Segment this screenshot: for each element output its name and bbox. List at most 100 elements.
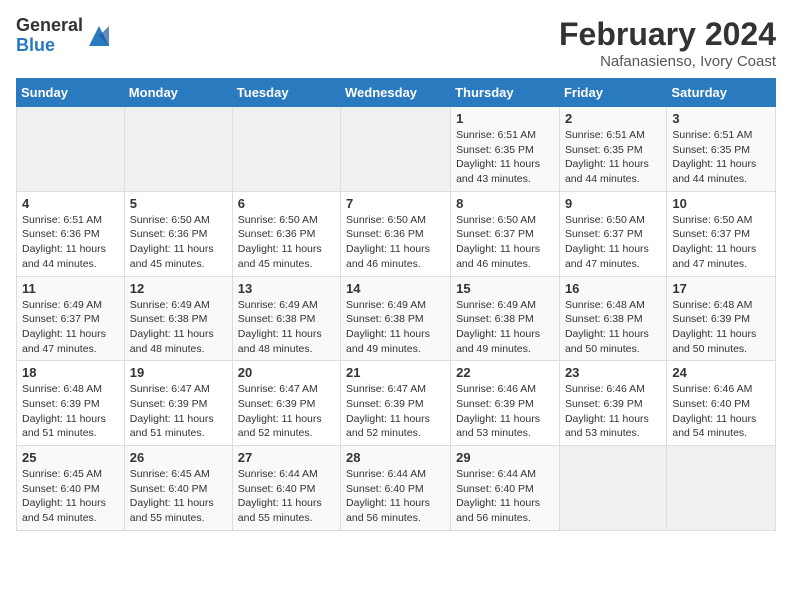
month-title: February 2024	[559, 16, 776, 53]
day-info: Sunrise: 6:46 AM Sunset: 6:40 PM Dayligh…	[672, 382, 770, 441]
calendar-cell	[559, 446, 666, 531]
day-number: 18	[22, 365, 119, 380]
day-number: 26	[130, 450, 227, 465]
day-number: 17	[672, 281, 770, 296]
logo: General Blue	[16, 16, 113, 56]
calendar-cell: 22 Sunrise: 6:46 AM Sunset: 6:39 PM Dayli…	[451, 361, 560, 446]
day-info: Sunrise: 6:44 AM Sunset: 6:40 PM Dayligh…	[456, 467, 554, 526]
day-info: Sunrise: 6:44 AM Sunset: 6:40 PM Dayligh…	[238, 467, 335, 526]
day-info: Sunrise: 6:51 AM Sunset: 6:35 PM Dayligh…	[672, 128, 770, 187]
day-info: Sunrise: 6:50 AM Sunset: 6:37 PM Dayligh…	[565, 213, 661, 272]
day-number: 15	[456, 281, 554, 296]
day-info: Sunrise: 6:49 AM Sunset: 6:38 PM Dayligh…	[346, 298, 445, 357]
day-info: Sunrise: 6:48 AM Sunset: 6:39 PM Dayligh…	[22, 382, 119, 441]
day-info: Sunrise: 6:48 AM Sunset: 6:39 PM Dayligh…	[672, 298, 770, 357]
day-number: 11	[22, 281, 119, 296]
day-info: Sunrise: 6:50 AM Sunset: 6:37 PM Dayligh…	[456, 213, 554, 272]
calendar-cell	[232, 107, 340, 192]
day-number: 14	[346, 281, 445, 296]
day-number: 22	[456, 365, 554, 380]
day-info: Sunrise: 6:51 AM Sunset: 6:35 PM Dayligh…	[565, 128, 661, 187]
day-info: Sunrise: 6:47 AM Sunset: 6:39 PM Dayligh…	[346, 382, 445, 441]
day-info: Sunrise: 6:49 AM Sunset: 6:37 PM Dayligh…	[22, 298, 119, 357]
calendar-cell: 21 Sunrise: 6:47 AM Sunset: 6:39 PM Dayli…	[341, 361, 451, 446]
calendar-cell: 12 Sunrise: 6:49 AM Sunset: 6:38 PM Dayli…	[124, 276, 232, 361]
day-number: 3	[672, 111, 770, 126]
calendar-cell: 13Sunrise: 6:49 AM Sunset: 6:38 PM Dayli…	[232, 276, 340, 361]
calendar-week-row: 1 Sunrise: 6:51 AM Sunset: 6:35 PM Daylig…	[17, 107, 776, 192]
day-number: 21	[346, 365, 445, 380]
weekday-header: Saturday	[667, 79, 776, 107]
calendar-week-row: 25 Sunrise: 6:45 AM Sunset: 6:40 PM Dayli…	[17, 446, 776, 531]
day-info: Sunrise: 6:45 AM Sunset: 6:40 PM Dayligh…	[130, 467, 227, 526]
day-number: 13	[238, 281, 335, 296]
day-info: Sunrise: 6:48 AM Sunset: 6:38 PM Dayligh…	[565, 298, 661, 357]
weekday-header: Sunday	[17, 79, 125, 107]
logo-blue: Blue	[16, 36, 83, 56]
day-info: Sunrise: 6:50 AM Sunset: 6:36 PM Dayligh…	[346, 213, 445, 272]
day-number: 28	[346, 450, 445, 465]
day-info: Sunrise: 6:45 AM Sunset: 6:40 PM Dayligh…	[22, 467, 119, 526]
day-number: 24	[672, 365, 770, 380]
calendar-cell: 18 Sunrise: 6:48 AM Sunset: 6:39 PM Dayli…	[17, 361, 125, 446]
calendar-cell: 5Sunrise: 6:50 AM Sunset: 6:36 PM Daylig…	[124, 191, 232, 276]
day-number: 25	[22, 450, 119, 465]
day-info: Sunrise: 6:51 AM Sunset: 6:36 PM Dayligh…	[22, 213, 119, 272]
calendar-cell: 4 Sunrise: 6:51 AM Sunset: 6:36 PM Daylig…	[17, 191, 125, 276]
day-info: Sunrise: 6:47 AM Sunset: 6:39 PM Dayligh…	[238, 382, 335, 441]
day-number: 19	[130, 365, 227, 380]
calendar-cell: 9 Sunrise: 6:50 AM Sunset: 6:37 PM Daylig…	[559, 191, 666, 276]
day-number: 12	[130, 281, 227, 296]
calendar-cell: 11 Sunrise: 6:49 AM Sunset: 6:37 PM Dayli…	[17, 276, 125, 361]
day-number: 9	[565, 196, 661, 211]
day-info: Sunrise: 6:47 AM Sunset: 6:39 PM Dayligh…	[130, 382, 227, 441]
day-number: 16	[565, 281, 661, 296]
calendar-week-row: 18 Sunrise: 6:48 AM Sunset: 6:39 PM Dayli…	[17, 361, 776, 446]
day-info: Sunrise: 6:50 AM Sunset: 6:37 PM Dayligh…	[672, 213, 770, 272]
page-header: General Blue February 2024 Nafanasienso,…	[16, 16, 776, 70]
calendar-cell: 20 Sunrise: 6:47 AM Sunset: 6:39 PM Dayli…	[232, 361, 340, 446]
calendar-cell: 29 Sunrise: 6:44 AM Sunset: 6:40 PM Dayli…	[451, 446, 560, 531]
day-info: Sunrise: 6:51 AM Sunset: 6:35 PM Dayligh…	[456, 128, 554, 187]
calendar-cell: 6 Sunrise: 6:50 AM Sunset: 6:36 PM Daylig…	[232, 191, 340, 276]
logo-general: General	[16, 16, 83, 36]
calendar-cell: 28 Sunrise: 6:44 AM Sunset: 6:40 PM Dayli…	[341, 446, 451, 531]
title-block: February 2024 Nafanasienso, Ivory Coast	[559, 16, 776, 70]
calendar-week-row: 11 Sunrise: 6:49 AM Sunset: 6:37 PM Dayli…	[17, 276, 776, 361]
day-info: Sunrise: 6:49 AM Sunset: 6:38 PM Dayligh…	[130, 298, 227, 357]
weekday-header-row: SundayMondayTuesdayWednesdayThursdayFrid…	[17, 79, 776, 107]
day-number: 6	[238, 196, 335, 211]
day-number: 7	[346, 196, 445, 211]
calendar-cell: 27 Sunrise: 6:44 AM Sunset: 6:40 PM Dayli…	[232, 446, 340, 531]
calendar-cell: 23 Sunrise: 6:46 AM Sunset: 6:39 PM Dayli…	[559, 361, 666, 446]
weekday-header: Wednesday	[341, 79, 451, 107]
day-number: 5	[130, 196, 227, 211]
calendar-cell	[17, 107, 125, 192]
day-number: 4	[22, 196, 119, 211]
day-number: 20	[238, 365, 335, 380]
calendar-cell: 26 Sunrise: 6:45 AM Sunset: 6:40 PM Dayli…	[124, 446, 232, 531]
day-number: 23	[565, 365, 661, 380]
calendar-cell: 1 Sunrise: 6:51 AM Sunset: 6:35 PM Daylig…	[451, 107, 560, 192]
day-number: 2	[565, 111, 661, 126]
day-number: 8	[456, 196, 554, 211]
day-number: 27	[238, 450, 335, 465]
calendar-cell: 3 Sunrise: 6:51 AM Sunset: 6:35 PM Daylig…	[667, 107, 776, 192]
calendar-cell: 2 Sunrise: 6:51 AM Sunset: 6:35 PM Daylig…	[559, 107, 666, 192]
calendar-cell	[124, 107, 232, 192]
day-number: 29	[456, 450, 554, 465]
day-info: Sunrise: 6:46 AM Sunset: 6:39 PM Dayligh…	[456, 382, 554, 441]
calendar-cell	[341, 107, 451, 192]
calendar-cell: 17 Sunrise: 6:48 AM Sunset: 6:39 PM Dayli…	[667, 276, 776, 361]
calendar-table: SundayMondayTuesdayWednesdayThursdayFrid…	[16, 78, 776, 531]
logo-icon	[85, 22, 113, 50]
calendar-cell: 15 Sunrise: 6:49 AM Sunset: 6:38 PM Dayli…	[451, 276, 560, 361]
day-info: Sunrise: 6:46 AM Sunset: 6:39 PM Dayligh…	[565, 382, 661, 441]
day-info: Sunrise: 6:50 AM Sunset: 6:36 PM Dayligh…	[238, 213, 335, 272]
day-info: Sunrise: 6:49 AM Sunset: 6:38 PM Dayligh…	[456, 298, 554, 357]
day-number: 10	[672, 196, 770, 211]
day-info: Sunrise: 6:44 AM Sunset: 6:40 PM Dayligh…	[346, 467, 445, 526]
calendar-cell: 7 Sunrise: 6:50 AM Sunset: 6:36 PM Daylig…	[341, 191, 451, 276]
day-number: 1	[456, 111, 554, 126]
calendar-cell: 25 Sunrise: 6:45 AM Sunset: 6:40 PM Dayli…	[17, 446, 125, 531]
